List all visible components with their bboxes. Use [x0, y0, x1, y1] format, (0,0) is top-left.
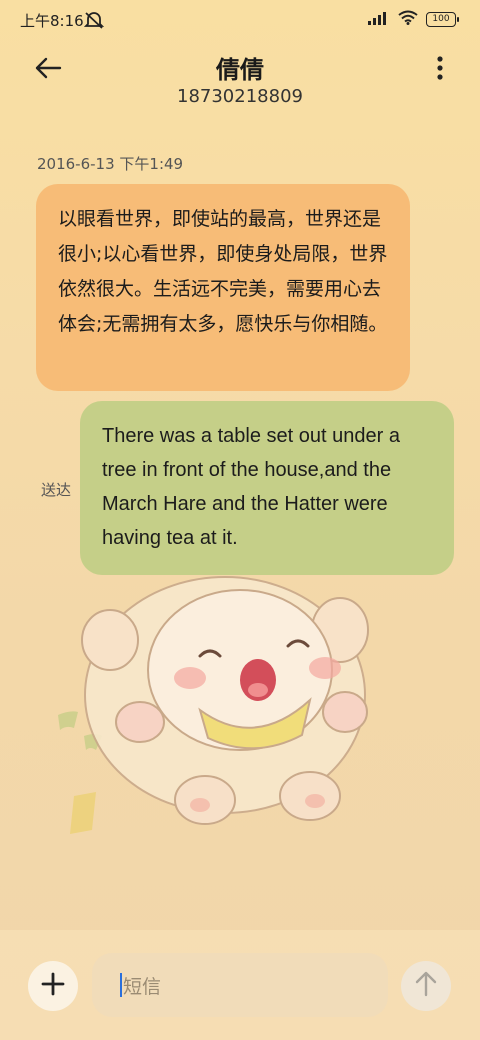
- status-bar: 上午8:16 100: [0, 0, 480, 40]
- signal-icon: [368, 10, 390, 29]
- wifi-icon: [398, 10, 418, 29]
- wallpaper-illustration: [40, 560, 440, 860]
- dnd-icon: [83, 11, 105, 33]
- outgoing-message-bubble[interactable]: There was a table set out under a tree i…: [80, 401, 454, 575]
- message-input-placeholder: 短信: [123, 975, 162, 998]
- plus-icon: [41, 972, 65, 1000]
- outgoing-message-text: There was a table set out under a tree i…: [102, 425, 400, 549]
- delivery-status: 送达: [41, 481, 72, 499]
- incoming-message-text: 以眼看世界，即使站的最高，世界还是很小;以心看世界，即使身处局限，世界依然很大。…: [58, 208, 388, 335]
- message-timestamp: 2016-6-13 下午1:49: [37, 155, 184, 173]
- status-time: 上午8:16: [20, 12, 84, 30]
- send-button[interactable]: [401, 961, 451, 1011]
- text-caret: [120, 973, 122, 997]
- status-icons: 100: [368, 10, 459, 29]
- message-input[interactable]: 短信: [92, 953, 388, 1017]
- contact-name: 倩倩: [216, 56, 264, 84]
- contact-number: 18730218809: [177, 86, 303, 107]
- more-button[interactable]: [430, 52, 450, 88]
- more-vertical-icon: [436, 56, 444, 84]
- send-arrow-icon: [415, 971, 437, 1001]
- battery-icon: 100: [426, 12, 459, 27]
- incoming-message-bubble[interactable]: 以眼看世界，即使站的最高，世界还是很小;以心看世界，即使身处局限，世界依然很大。…: [36, 184, 410, 391]
- add-attachment-button[interactable]: [28, 961, 78, 1011]
